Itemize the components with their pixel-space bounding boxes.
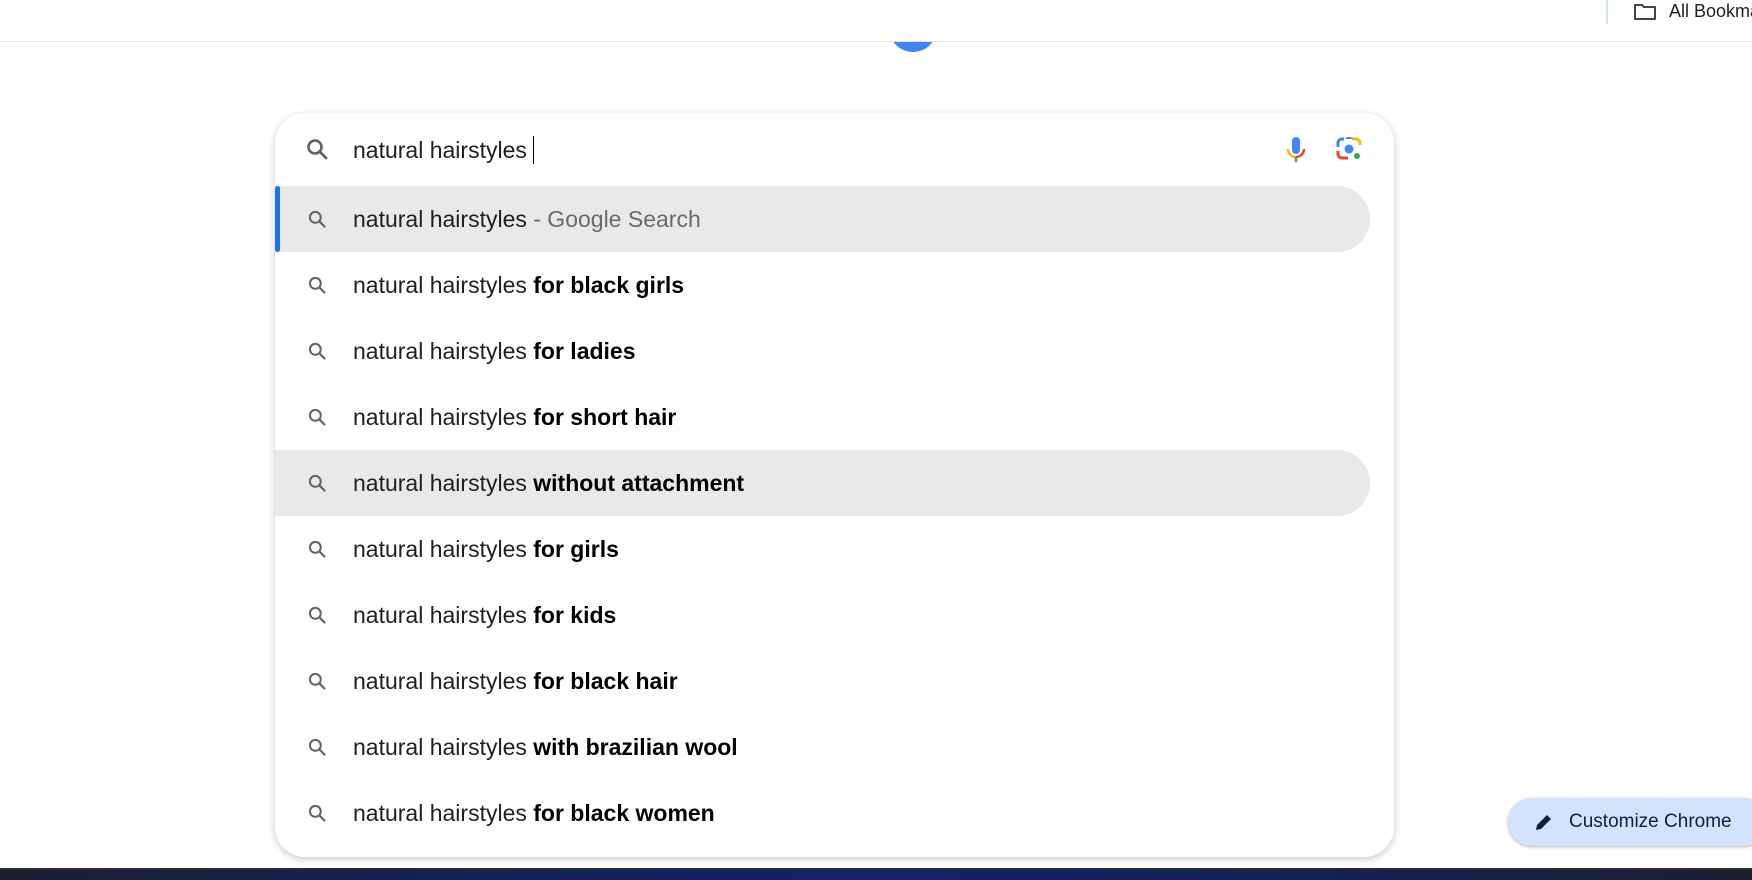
suggestion-item[interactable]: natural hairstyles - Google Search	[275, 186, 1370, 252]
suggestion-text: natural hairstyles for girls	[353, 536, 619, 563]
search-icon	[308, 738, 326, 756]
customize-chrome-button[interactable]: Customize Chrome	[1508, 798, 1752, 846]
suggestion-prefix: natural hairstyles	[353, 800, 534, 826]
suggestion-text: natural hairstyles for black girls	[353, 272, 684, 299]
suggestion-prefix: natural hairstyles	[353, 734, 534, 760]
suggestion-item[interactable]: natural hairstyles with brazilian wool	[275, 714, 1370, 780]
bookmarks-bar: All Bookmarks	[0, 0, 1752, 42]
suggestion-text: natural hairstyles for short hair	[353, 404, 676, 431]
search-query-text: natural hairstyles	[353, 137, 527, 163]
suggestion-item[interactable]: natural hairstyles for girls	[275, 516, 1370, 582]
suggestion-completion: for short hair	[533, 404, 677, 430]
taskbar	[0, 868, 1752, 880]
search-icon	[308, 672, 326, 690]
customize-chrome-label: Customize Chrome	[1569, 811, 1732, 832]
suggestion-prefix: natural hairstyles	[353, 206, 527, 232]
suggestion-completion: for black women	[533, 800, 715, 826]
google-lens-icon[interactable]	[1335, 135, 1363, 163]
suggestion-text: natural hairstyles for black women	[353, 800, 715, 827]
suggestion-completion: for black hair	[533, 668, 678, 694]
suggestion-text: natural hairstyles with brazilian wool	[353, 734, 738, 761]
search-icon	[308, 408, 326, 426]
suggestion-completion: with brazilian wool	[533, 734, 738, 760]
search-icon	[308, 276, 326, 294]
pencil-icon	[1536, 815, 1551, 830]
suggestion-item[interactable]: natural hairstyles for ladies	[275, 318, 1370, 384]
suggestion-text: natural hairstyles for kids	[353, 602, 616, 629]
suggestion-suffix: - Google Search	[526, 206, 701, 232]
suggestion-item[interactable]: natural hairstyles for short hair	[275, 384, 1370, 450]
suggestion-item[interactable]: natural hairstyles for kids	[275, 582, 1370, 648]
microphone-icon[interactable]	[1284, 135, 1308, 167]
suggestion-text: natural hairstyles - Google Search	[353, 206, 701, 233]
suggestion-completion: for black girls	[533, 272, 685, 298]
suggestion-prefix: natural hairstyles	[353, 338, 534, 364]
suggestion-prefix: natural hairstyles	[353, 668, 534, 694]
suggestion-completion: for girls	[533, 536, 619, 562]
suggestion-completion: for ladies	[533, 338, 636, 364]
suggestion-item[interactable]: natural hairstyles for black women	[275, 780, 1370, 846]
suggestion-prefix: natural hairstyles	[353, 602, 534, 628]
suggestion-completion: without attachment	[533, 470, 745, 496]
suggestion-text: natural hairstyles for ladies	[353, 338, 636, 365]
search-icon	[308, 540, 326, 558]
suggestion-text: natural hairstyles without attachment	[353, 470, 744, 497]
suggestion-item[interactable]: natural hairstyles for black hair	[275, 648, 1370, 714]
search-icon	[308, 606, 326, 624]
search-icon	[307, 139, 328, 160]
suggestion-prefix: natural hairstyles	[353, 272, 534, 298]
suggestion-prefix: natural hairstyles	[353, 536, 534, 562]
suggestion-item[interactable]: natural hairstyles for black girls	[275, 252, 1370, 318]
suggestion-completion: for kids	[533, 602, 617, 628]
suggestion-item[interactable]: natural hairstyles without attachment	[275, 450, 1370, 516]
search-icon	[308, 804, 326, 822]
suggestion-prefix: natural hairstyles	[353, 404, 534, 430]
all-bookmarks-button[interactable]: All Bookmarks	[1669, 1, 1752, 22]
folder-icon[interactable]	[1633, 3, 1657, 21]
search-icon	[308, 342, 326, 360]
suggestion-text: natural hairstyles for black hair	[353, 668, 678, 695]
suggestion-prefix: natural hairstyles	[353, 470, 534, 496]
search-input[interactable]: natural hairstyles	[353, 136, 535, 164]
search-icon	[308, 210, 326, 228]
bookmarks-divider	[1606, 0, 1608, 24]
text-caret	[532, 136, 535, 164]
search-input-row[interactable]: natural hairstyles	[275, 113, 1394, 179]
search-icon	[308, 474, 326, 492]
